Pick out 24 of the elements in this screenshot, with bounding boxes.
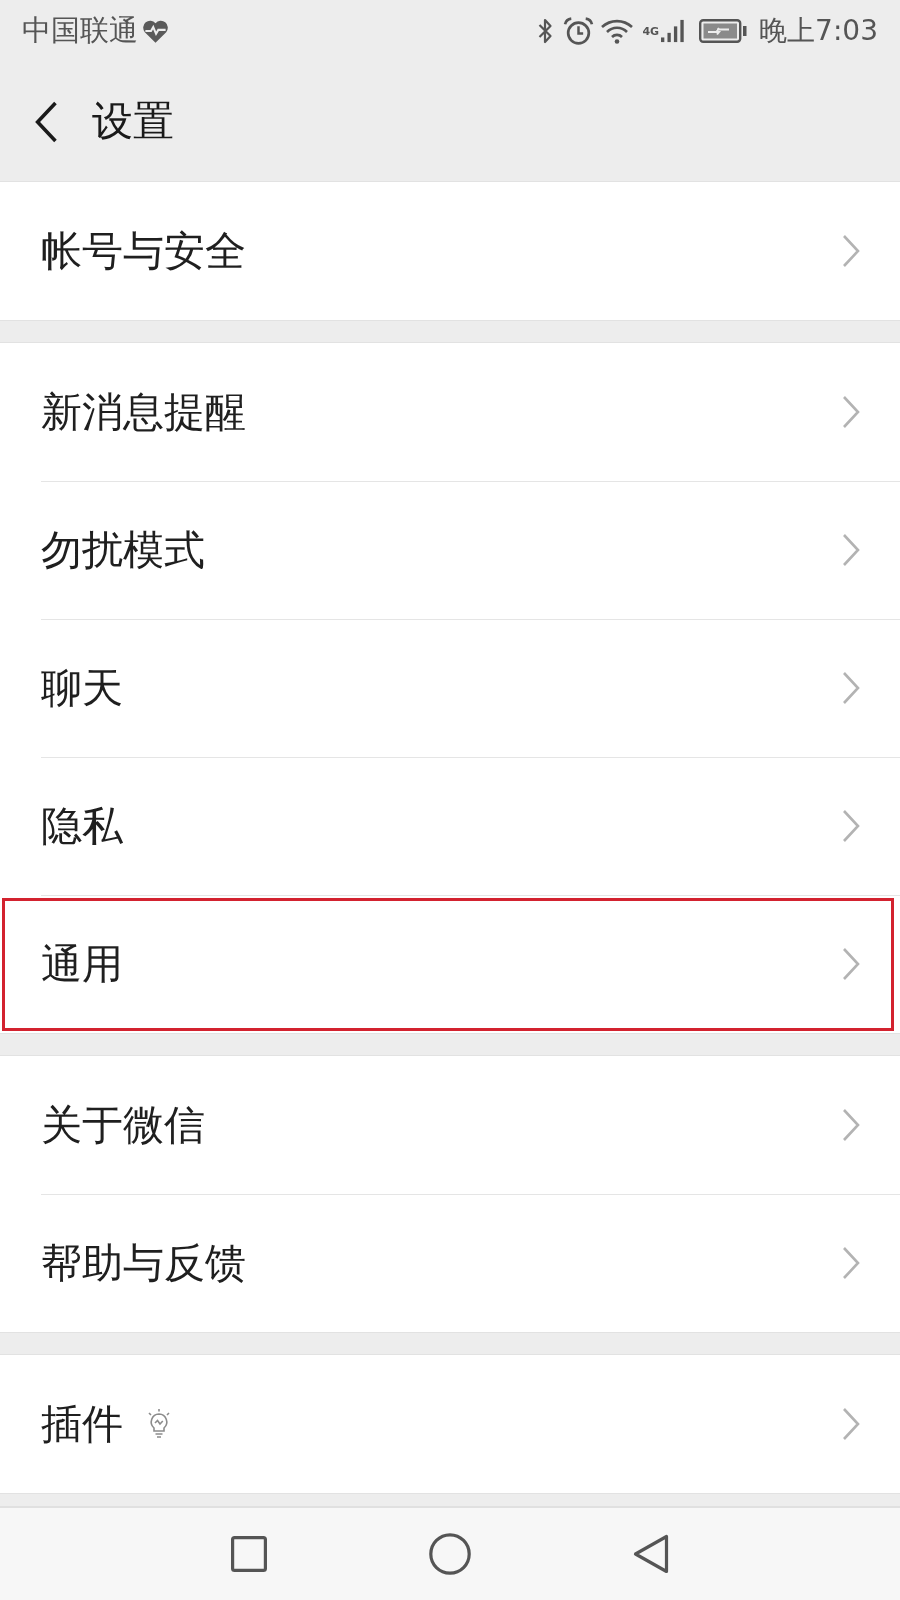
square-icon[interactable]	[231, 1536, 267, 1572]
alarm-icon	[563, 16, 595, 46]
chevron-right-icon	[842, 809, 860, 843]
chevron-right-icon	[842, 1407, 860, 1441]
circle-icon[interactable]	[429, 1533, 471, 1575]
signal-icon	[661, 19, 686, 43]
bluetooth-icon	[538, 18, 554, 44]
chevron-right-icon	[842, 533, 860, 567]
settings-row[interactable]: 通用	[0, 895, 900, 1033]
page-title: 设置	[92, 96, 174, 147]
chevron-right-icon	[842, 1108, 860, 1142]
heart-pulse-icon	[142, 19, 169, 43]
chevron-right-icon	[842, 395, 860, 429]
wifi-icon	[600, 18, 635, 44]
back-icon	[34, 100, 58, 143]
battery-charging-icon	[699, 19, 748, 43]
clock-time: 晚上7:03	[759, 13, 878, 49]
chevron-right-icon	[842, 671, 860, 705]
back-triangle-icon[interactable]	[633, 1534, 669, 1574]
network-type-label: 4G	[642, 26, 660, 37]
chevron-right-icon	[842, 234, 860, 268]
carrier-name: 中国联通	[22, 12, 138, 49]
chevron-right-icon	[842, 947, 860, 981]
chevron-right-icon	[842, 1246, 860, 1280]
